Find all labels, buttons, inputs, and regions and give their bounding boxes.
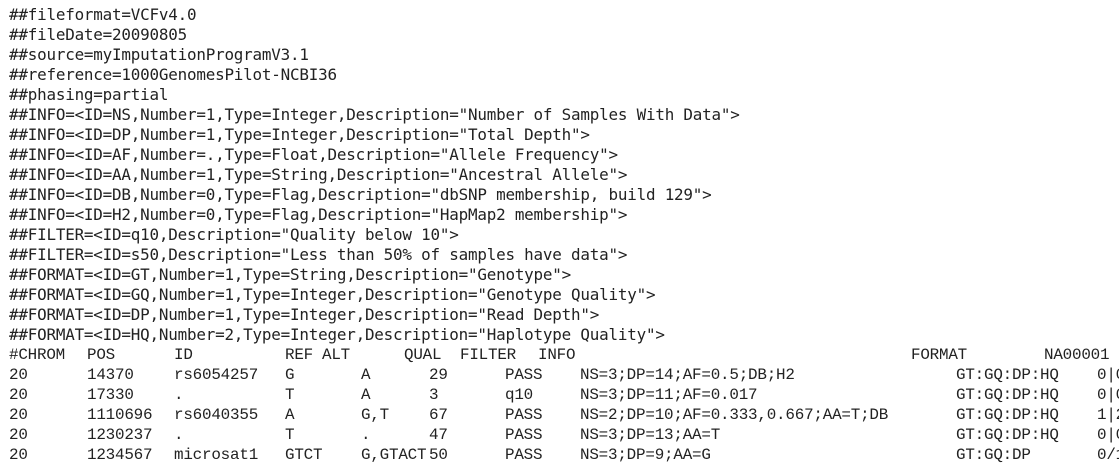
meta-line-info-h2: ##INFO=<ID=H2,Number=0,Type=Flag,Descrip…	[9, 205, 628, 224]
meta-line-format-hq: ##FORMAT=<ID=HQ,Number=2,Type=Integer,De…	[9, 325, 665, 344]
meta-line-filter-s50: ##FILTER=<ID=s50,Description="Less than …	[9, 245, 628, 264]
cell-ref: A	[285, 406, 295, 424]
cell-chrom: 20	[9, 426, 28, 444]
cell-chrom: 20	[9, 366, 28, 384]
cell-sample: 1|2	[1097, 406, 1119, 424]
meta-line-fileformat: ##fileformat=VCFv4.0	[9, 5, 197, 24]
cell-info: NS=2;DP=10;AF=0.333,0.667;AA=T;DB	[580, 406, 889, 424]
cell-alt: G,T	[361, 406, 390, 424]
cell-filter: q10	[505, 386, 534, 404]
cell-pos: 1234567	[87, 446, 153, 464]
header-format: FORMAT	[911, 346, 968, 364]
meta-line-phasing: ##phasing=partial	[9, 85, 169, 104]
meta-line-info-db: ##INFO=<ID=DB,Number=0,Type=Flag,Descrip…	[9, 185, 712, 204]
table-row: 20 1234567 microsat1 GTCT G,GTACT 50 PAS…	[9, 445, 1119, 465]
header-alt: ALT	[322, 346, 351, 364]
cell-alt: .	[361, 426, 371, 444]
table-row: 20 14370 rs6054257 G A 29 PASS NS=3;DP=1…	[9, 365, 1119, 385]
header-qual: QUAL	[404, 346, 442, 364]
meta-line-format-dp: ##FORMAT=<ID=DP,Number=1,Type=Integer,De…	[9, 305, 600, 324]
cell-ref: G	[285, 366, 295, 384]
cell-format: GT:GQ:DP:HQ	[956, 406, 1059, 424]
cell-id: rs6054257	[174, 366, 259, 384]
header-info: INFO	[538, 346, 576, 364]
cell-sample: 0/1	[1097, 446, 1119, 464]
cell-id: .	[174, 426, 184, 444]
meta-line-source: ##source=myImputationProgramV3.1	[9, 45, 309, 64]
cell-sample: 0|0	[1097, 386, 1119, 404]
meta-line-info-ns: ##INFO=<ID=NS,Number=1,Type=Integer,Desc…	[9, 105, 740, 124]
cell-chrom: 20	[9, 446, 28, 464]
cell-qual: 29	[429, 366, 448, 384]
cell-chrom: 20	[9, 406, 28, 424]
vcf-data-table: #CHROM POS ID REF ALT QUAL FILTER INFO F…	[9, 345, 1119, 465]
cell-qual: 67	[429, 406, 448, 424]
cell-id: rs6040355	[174, 406, 259, 424]
table-row: 20 17330 . T A 3 q10 NS=3;DP=11;AF=0.017…	[9, 385, 1119, 405]
header-id: ID	[174, 346, 193, 364]
cell-format: GT:GQ:DP:HQ	[956, 366, 1059, 384]
cell-info: NS=3;DP=14;AF=0.5;DB;H2	[580, 366, 795, 384]
meta-line-format-gq: ##FORMAT=<ID=GQ,Number=1,Type=Integer,De…	[9, 285, 656, 304]
meta-line-format-gt: ##FORMAT=<ID=GT,Number=1,Type=String,Des…	[9, 265, 572, 284]
meta-line-filedate: ##fileDate=20090805	[9, 25, 187, 44]
meta-line-filter-q10: ##FILTER=<ID=q10,Description="Quality be…	[9, 225, 459, 244]
vcf-text-viewer: ##fileformat=VCFv4.0 ##fileDate=20090805 #…	[0, 0, 1119, 472]
cell-id: .	[174, 386, 184, 404]
cell-qual: 50	[429, 446, 448, 464]
meta-line-info-aa: ##INFO=<ID=AA,Number=1,Type=String,Descr…	[9, 165, 628, 184]
cell-filter: PASS	[505, 426, 543, 444]
cell-chrom: 20	[9, 386, 28, 404]
cell-filter: PASS	[505, 406, 543, 424]
cell-pos: 17330	[87, 386, 134, 404]
cell-ref: GTCT	[285, 446, 323, 464]
header-sample: NA00001	[1044, 346, 1110, 364]
cell-alt: G,GTACT	[361, 446, 427, 464]
cell-info: NS=3;DP=13;AA=T	[580, 426, 721, 444]
header-chrom: #CHROM	[9, 346, 66, 364]
cell-filter: PASS	[505, 366, 543, 384]
meta-line-info-af: ##INFO=<ID=AF,Number=.,Type=Float,Descri…	[9, 145, 618, 164]
cell-format: GT:GQ:DP:HQ	[956, 386, 1059, 404]
header-ref: REF	[285, 346, 314, 364]
vcf-meta-header: ##fileformat=VCFv4.0 ##fileDate=20090805 #…	[9, 5, 740, 345]
cell-sample: 0|0	[1097, 426, 1119, 444]
cell-sample: 0|0	[1097, 366, 1119, 384]
cell-info: NS=3;DP=9;AA=G	[580, 446, 711, 464]
cell-alt: A	[361, 366, 371, 384]
meta-line-info-dp: ##INFO=<ID=DP,Number=1,Type=Integer,Desc…	[9, 125, 590, 144]
cell-qual: 3	[429, 386, 439, 404]
table-row: 20 1230237 . T . 47 PASS NS=3;DP=13;AA=T…	[9, 425, 1119, 445]
cell-filter: PASS	[505, 446, 543, 464]
cell-format: GT:GQ:DP:HQ	[956, 426, 1059, 444]
cell-qual: 47	[429, 426, 448, 444]
cell-pos: 14370	[87, 366, 134, 384]
header-filter: FILTER	[460, 346, 517, 364]
cell-alt: A	[361, 386, 371, 404]
meta-line-reference: ##reference=1000GenomesPilot-NCBI36	[9, 65, 337, 84]
cell-ref: T	[285, 386, 295, 404]
cell-ref: T	[285, 426, 295, 444]
cell-format: GT:GQ:DP	[956, 446, 1031, 464]
cell-pos: 1230237	[87, 426, 153, 444]
cell-pos: 1110696	[87, 406, 153, 424]
table-header-row: #CHROM POS ID REF ALT QUAL FILTER INFO F…	[9, 345, 1119, 365]
cell-info: NS=3;DP=11;AF=0.017	[580, 386, 758, 404]
cell-id: microsat1	[174, 446, 259, 464]
table-row: 20 1110696 rs6040355 A G,T 67 PASS NS=2;…	[9, 405, 1119, 425]
header-pos: POS	[87, 346, 116, 364]
